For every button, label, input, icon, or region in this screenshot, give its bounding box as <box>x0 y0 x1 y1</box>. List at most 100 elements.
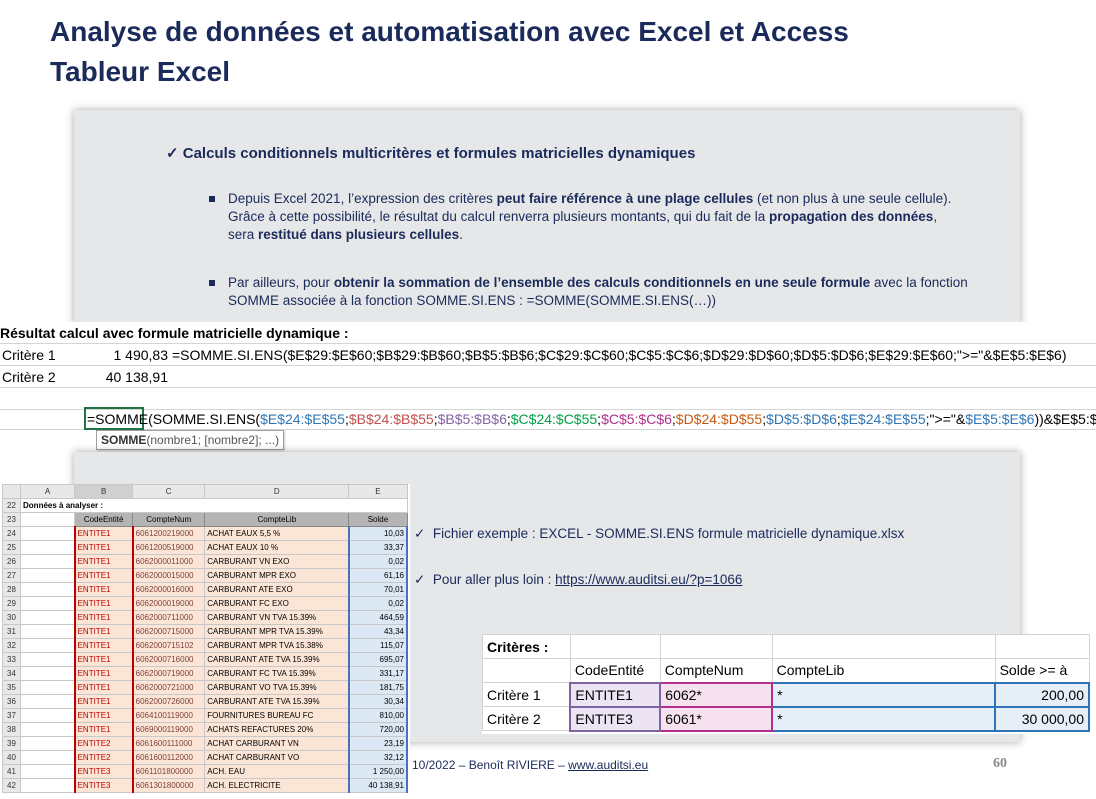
table-cell[interactable]: ENTITE2 <box>73 750 134 765</box>
table-cell[interactable]: 331,17 <box>347 666 409 681</box>
table-cell[interactable]: 6061200219000 <box>132 526 206 541</box>
table-cell[interactable]: ENTITE1 <box>73 708 134 723</box>
table-cell[interactable]: 6061600111000 <box>132 736 206 751</box>
table-cell[interactable]: 115,07 <box>347 638 409 653</box>
table-cell[interactable] <box>20 554 76 569</box>
table-cell[interactable]: ENTITE1 <box>73 624 134 639</box>
table-cell[interactable]: 695,07 <box>347 652 409 667</box>
table-cell[interactable] <box>20 778 76 793</box>
table-cell[interactable]: ENTITE1 <box>73 722 134 737</box>
table-cell[interactable]: FOURNITURES BUREAU FC <box>204 708 350 723</box>
table-cell[interactable]: ENTITE3 <box>73 778 134 793</box>
table-cell[interactable]: 40 138,91 <box>347 778 409 793</box>
table-cell[interactable]: 6061101800000 <box>132 764 206 779</box>
formula-edit-text[interactable]: =SOMME(SOMME.SI.ENS($E$24:$E$55;$B$24:$B… <box>87 408 1096 430</box>
table-cell[interactable]: ACH. EAU <box>204 764 350 779</box>
table-cell[interactable]: 30,34 <box>347 694 409 709</box>
table-cell[interactable] <box>20 680 76 695</box>
table-cell[interactable]: ENTITE1 <box>73 596 134 611</box>
table-cell[interactable] <box>20 694 76 709</box>
table-cell[interactable]: ENTITE1 <box>73 610 134 625</box>
table-cell[interactable]: CARBURANT VO TVA 15.39% <box>204 680 350 695</box>
table-cell[interactable] <box>20 652 76 667</box>
table-cell[interactable]: CARBURANT ATE TVA 15.39% <box>204 652 350 667</box>
table-cell[interactable] <box>20 568 76 583</box>
table-cell[interactable]: 6062000726000 <box>132 694 206 709</box>
table-cell[interactable]: CARBURANT ATE EXO <box>204 582 350 597</box>
table-cell[interactable]: 6062000715000 <box>132 624 206 639</box>
column-header-b[interactable]: B <box>74 484 134 499</box>
table-cell[interactable]: 0,02 <box>347 554 409 569</box>
table-cell[interactable]: 0,02 <box>347 596 409 611</box>
table-cell[interactable]: CARBURANT FC EXO <box>204 596 350 611</box>
table-cell[interactable]: ENTITE1 <box>73 568 134 583</box>
table-cell[interactable]: CARBURANT MPR TVA 15.39% <box>204 624 350 639</box>
table-cell[interactable]: 6061200519000 <box>132 540 206 555</box>
table-cell[interactable]: 23,19 <box>347 736 409 751</box>
table-cell[interactable]: ENTITE3 <box>73 764 134 779</box>
table-cell[interactable]: 6062000011000 <box>132 554 206 569</box>
table-cell[interactable]: ACH. ELECTRICITE <box>204 778 350 793</box>
table-cell[interactable] <box>20 736 76 751</box>
table-cell[interactable]: ENTITE1 <box>73 652 134 667</box>
table-cell[interactable]: CARBURANT VN EXO <box>204 554 350 569</box>
table-cell[interactable]: 464,59 <box>347 610 409 625</box>
table-cell[interactable]: ACHAT CARBURANT VN <box>204 736 350 751</box>
table-cell[interactable]: ENTITE1 <box>73 666 134 681</box>
table-cell[interactable]: 10,03 <box>347 526 409 541</box>
table-cell[interactable]: 6062000719000 <box>132 666 206 681</box>
table-cell[interactable]: 6062000715102 <box>132 638 206 653</box>
table-cell[interactable]: 1 250,00 <box>347 764 409 779</box>
table-cell[interactable]: 720,00 <box>347 722 409 737</box>
table-cell[interactable]: 6061600112000 <box>132 750 206 765</box>
table-cell[interactable]: CARBURANT ATE TVA 15.39% <box>204 694 350 709</box>
table-cell[interactable] <box>20 708 76 723</box>
table-cell[interactable]: ACHAT CARBURANT VO <box>204 750 350 765</box>
column-header-a[interactable]: A <box>20 484 76 499</box>
table-cell[interactable]: 6062000015000 <box>132 568 206 583</box>
table-cell[interactable]: 43,34 <box>347 624 409 639</box>
table-cell[interactable]: ACHAT EAUX 5,5 % <box>204 526 350 541</box>
column-header-d[interactable]: D <box>204 484 350 499</box>
table-cell[interactable] <box>20 540 76 555</box>
table-cell[interactable] <box>20 722 76 737</box>
table-cell[interactable]: 33,37 <box>347 540 409 555</box>
column-header-e[interactable]: E <box>348 484 408 499</box>
table-cell[interactable]: 6064100119000 <box>132 708 206 723</box>
table-cell[interactable]: ENTITE1 <box>73 540 134 555</box>
criterion-1-value[interactable]: 1 490,83 <box>80 344 169 366</box>
table-cell[interactable]: ENTITE1 <box>73 554 134 569</box>
table-cell[interactable] <box>20 750 76 765</box>
table-cell[interactable]: 6069000119000 <box>132 722 206 737</box>
table-cell[interactable]: 6062000711000 <box>132 610 206 625</box>
table-cell[interactable]: 6062000716000 <box>132 652 206 667</box>
table-cell[interactable] <box>20 596 76 611</box>
table-cell[interactable]: ENTITE2 <box>73 736 134 751</box>
table-cell[interactable] <box>20 624 76 639</box>
table-cell[interactable]: 810,00 <box>347 708 409 723</box>
table-cell[interactable]: ENTITE1 <box>73 526 134 541</box>
table-cell[interactable]: CARBURANT FC TVA 15.39% <box>204 666 350 681</box>
footer-link[interactable]: www.auditsi.eu <box>568 758 648 772</box>
table-cell[interactable]: 6062000019000 <box>132 596 206 611</box>
table-cell[interactable]: ACHAT EAUX 10 % <box>204 540 350 555</box>
table-cell[interactable] <box>20 610 76 625</box>
column-header-c[interactable]: C <box>132 484 206 499</box>
table-cell[interactable]: ACHATS REFACTURES 20% <box>204 722 350 737</box>
table-cell[interactable]: CARBURANT MPR EXO <box>204 568 350 583</box>
table-cell[interactable]: ENTITE1 <box>73 680 134 695</box>
table-cell[interactable]: ENTITE1 <box>73 694 134 709</box>
table-cell[interactable]: CARBURANT VN TVA 15.39% <box>204 610 350 625</box>
table-cell[interactable]: 70,01 <box>347 582 409 597</box>
table-cell[interactable]: 61,16 <box>347 568 409 583</box>
table-cell[interactable]: CARBURANT MPR TVA 15.38% <box>204 638 350 653</box>
table-cell[interactable] <box>20 764 76 779</box>
table-cell[interactable]: 181,75 <box>347 680 409 695</box>
table-cell[interactable] <box>20 666 76 681</box>
table-cell[interactable] <box>20 582 76 597</box>
table-cell[interactable]: 32,12 <box>347 750 409 765</box>
table-cell[interactable]: ENTITE1 <box>73 638 134 653</box>
criterion-2-value[interactable]: 40 138,91 <box>80 366 168 388</box>
table-cell[interactable]: 6061301800000 <box>132 778 206 793</box>
table-cell[interactable] <box>20 638 76 653</box>
